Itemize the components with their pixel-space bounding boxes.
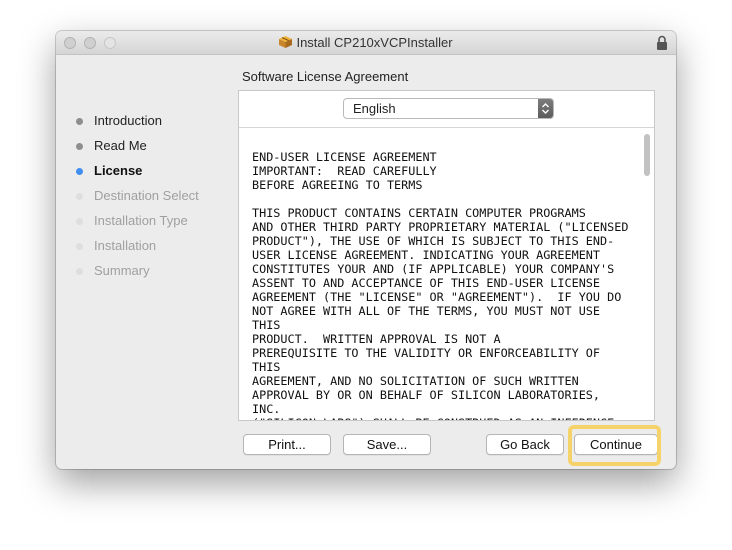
package-icon [279,36,293,48]
step-label: Installation [94,238,157,253]
up-down-stepper-icon[interactable] [538,99,553,118]
license-panel: English END-USER LICENSE AGREEMENT IMPOR… [238,90,655,421]
step-dot [76,168,83,175]
step-dot [76,268,83,275]
lock-icon[interactable] [656,35,668,50]
step-dot [76,193,83,200]
print-button[interactable]: Print... [243,434,331,455]
go-back-button[interactable]: Go Back [486,434,564,455]
continue-highlight-frame [568,425,661,466]
step-label: Summary [94,263,150,278]
scrollbar-thumb[interactable] [644,134,650,176]
title-bar[interactable]: Install CP210xVCPInstaller [56,31,676,55]
step-label: Read Me [94,138,147,153]
language-selected-value: English [353,101,396,116]
step-label: Introduction [94,113,162,128]
step-dot [76,218,83,225]
step-label: Installation Type [94,213,188,228]
save-button[interactable]: Save... [343,434,431,455]
step-label: License [94,163,143,178]
window-title-container: Install CP210xVCPInstaller [56,31,676,54]
license-text-area[interactable]: END-USER LICENSE AGREEMENT IMPORTANT: RE… [239,128,654,420]
page-heading: Software License Agreement [242,69,409,84]
language-select[interactable]: English [343,98,554,119]
step-label: Destination Select [94,188,199,203]
language-bar: English [239,91,654,128]
license-text: END-USER LICENSE AGREEMENT IMPORTANT: RE… [252,150,629,420]
step-dot [76,118,83,125]
installer-window: Install CP210xVCPInstaller Software Lice… [56,31,676,469]
window-title: Install CP210xVCPInstaller [296,35,453,50]
step-dot [76,243,83,250]
step-dot [76,143,83,150]
